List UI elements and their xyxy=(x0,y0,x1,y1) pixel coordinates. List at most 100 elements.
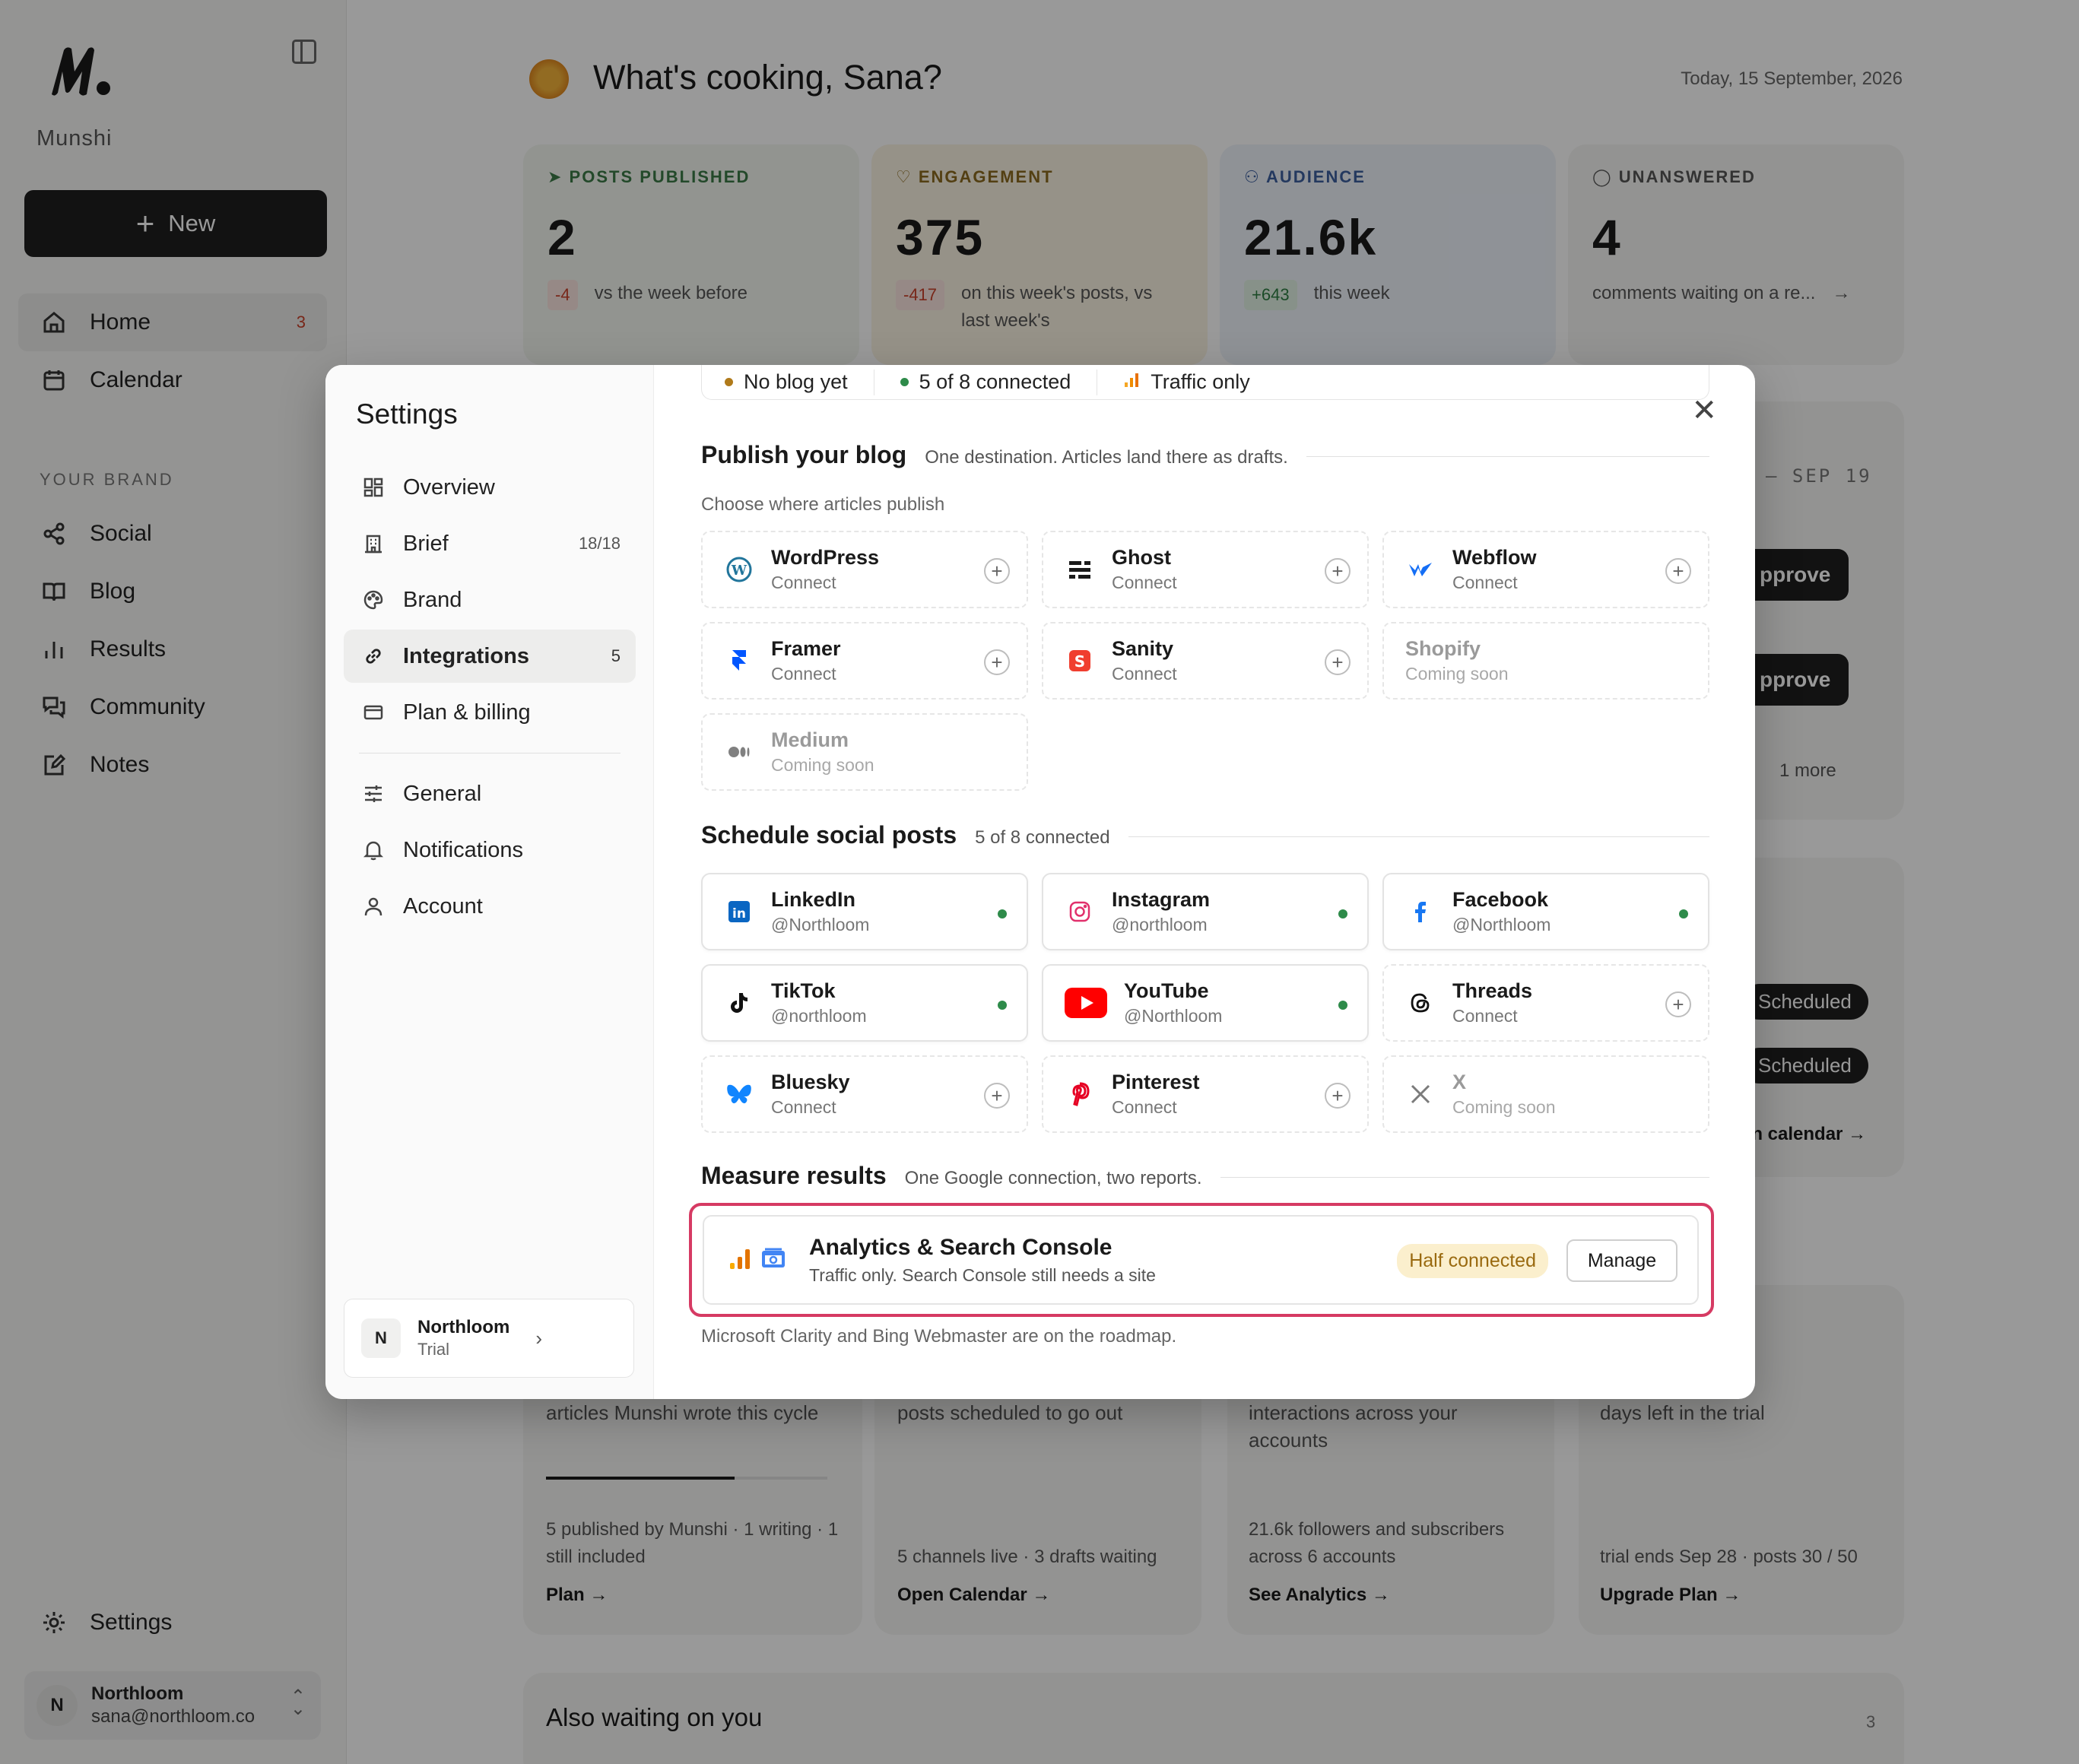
integration-name: Framer xyxy=(771,637,841,660)
settings-item-notifications[interactable]: Notifications xyxy=(344,823,636,877)
integration-status: Connect xyxy=(1112,573,1177,592)
settings-item-brief[interactable]: Brief 18/18 xyxy=(344,517,636,570)
linkedin-icon: in xyxy=(724,896,754,927)
integration-status: Connect xyxy=(771,664,836,684)
palette-icon xyxy=(362,589,385,611)
blog-destinations-grid: W WordPress Connect + Ghost Connect + Webf… xyxy=(701,531,1709,791)
divider xyxy=(1306,456,1709,457)
integration-status: Connect xyxy=(1452,573,1518,592)
sliders-icon xyxy=(362,782,385,805)
section-desc: One Google connection, two reports. xyxy=(904,1168,1202,1188)
integration-name: Pinterest xyxy=(1112,1071,1200,1093)
svg-text:W: W xyxy=(731,563,747,579)
connected-dot xyxy=(1338,1001,1347,1010)
building-icon xyxy=(362,532,385,555)
analytics-card-title: Analytics & Search Console xyxy=(809,1234,1113,1260)
settings-item-plan-billing[interactable]: Plan & billing xyxy=(344,686,636,739)
add-integration-button[interactable]: + xyxy=(984,1083,1010,1109)
webflow-icon xyxy=(1405,554,1436,585)
social-accounts-grid: in LinkedIn @Northloom Instagram @northloo… xyxy=(701,873,1709,1133)
analytics-card-sub: Traffic only. Search Console still needs… xyxy=(809,1264,1156,1285)
integration-name: X xyxy=(1452,1071,1467,1093)
integration-analytics-search-console[interactable]: Analytics & Search Console Traffic only.… xyxy=(703,1215,1699,1305)
facebook-icon xyxy=(1405,896,1436,927)
measure-section-header: Measure results One Google connection, t… xyxy=(701,1162,1709,1190)
integration-status: Connect xyxy=(1112,1097,1177,1117)
close-icon[interactable]: ✕ xyxy=(1691,395,1717,426)
connected-dot xyxy=(998,909,1007,918)
settings-item-label: Notifications xyxy=(403,837,523,862)
integration-status: Connect xyxy=(771,573,836,592)
integration-framer[interactable]: Framer Connect + xyxy=(701,622,1028,700)
integration-webflow[interactable]: Webflow Connect + xyxy=(1382,531,1709,608)
add-integration-button[interactable]: + xyxy=(1325,1083,1351,1109)
instagram-icon xyxy=(1065,896,1095,927)
integration-name: TikTok xyxy=(771,979,836,1002)
integration-ghost[interactable]: Ghost Connect + xyxy=(1042,531,1369,608)
divider xyxy=(1128,836,1709,837)
integration-threads[interactable]: Threads Connect + xyxy=(1382,964,1709,1042)
integration-medium: Medium Coming soon xyxy=(701,713,1028,791)
integration-handle: @northloom xyxy=(771,1006,867,1026)
integration-youtube[interactable]: YouTube @Northloom xyxy=(1042,964,1369,1042)
settings-item-general[interactable]: General xyxy=(344,767,636,820)
integration-facebook[interactable]: Facebook @Northloom xyxy=(1382,873,1709,950)
integration-name: Facebook xyxy=(1452,888,1549,911)
framer-icon xyxy=(724,646,754,676)
wordpress-icon: W xyxy=(724,554,754,585)
section-desc: 5 of 8 connected xyxy=(975,827,1110,848)
status-label: No blog yet xyxy=(744,370,848,393)
add-integration-button[interactable]: + xyxy=(1325,558,1351,584)
settings-title: Settings xyxy=(356,398,458,430)
settings-nav: Overview Brief 18/18 Brand Integrations … xyxy=(344,461,636,936)
section-title: Schedule social posts xyxy=(701,821,957,849)
integration-status-strip: No blog yet 5 of 8 connected Traffic onl… xyxy=(701,365,1709,400)
integration-status: Coming soon xyxy=(771,755,874,775)
settings-item-label: Overview xyxy=(403,474,495,500)
settings-item-integrations[interactable]: Integrations 5 xyxy=(344,630,636,683)
integration-sanity[interactable]: S Sanity Connect + xyxy=(1042,622,1369,700)
tiktok-icon xyxy=(724,988,754,1018)
settings-modal: Settings Overview Brief 18/18 Brand Inte… xyxy=(325,365,1755,1399)
svg-text:S: S xyxy=(1074,652,1085,671)
settings-item-account[interactable]: Account xyxy=(344,880,636,933)
blog-section-header: Publish your blog One destination. Artic… xyxy=(701,441,1709,469)
status-analytics: Traffic only xyxy=(1123,370,1276,395)
integration-status: Connect xyxy=(771,1097,836,1117)
add-integration-button[interactable]: + xyxy=(984,649,1010,675)
integration-wordpress[interactable]: W WordPress Connect + xyxy=(701,531,1028,608)
connected-dot xyxy=(998,1001,1007,1010)
choose-label: Choose where articles publish xyxy=(701,494,945,515)
integration-tiktok[interactable]: TikTok @northloom xyxy=(701,964,1028,1042)
integration-status: Coming soon xyxy=(1452,1097,1556,1117)
integration-name: LinkedIn xyxy=(771,888,856,911)
chevron-right-icon: › xyxy=(535,1327,542,1350)
integration-instagram[interactable]: Instagram @northloom xyxy=(1042,873,1369,950)
integration-shopify: Shopify Coming soon xyxy=(1382,622,1709,700)
settings-item-overview[interactable]: Overview xyxy=(344,461,636,514)
integration-name: Threads xyxy=(1452,979,1533,1002)
integration-name: Medium xyxy=(771,728,849,751)
add-integration-button[interactable]: + xyxy=(984,558,1010,584)
integration-status: Coming soon xyxy=(1405,664,1509,684)
add-integration-button[interactable]: + xyxy=(1665,558,1691,584)
settings-item-brand[interactable]: Brand xyxy=(344,573,636,627)
roadmap-note: Microsoft Clarity and Bing Webmaster are… xyxy=(701,1326,1177,1347)
integration-pinterest[interactable]: Pinterest Connect + xyxy=(1042,1055,1369,1133)
add-integration-button[interactable]: + xyxy=(1665,991,1691,1017)
settings-item-label: Brief xyxy=(403,531,449,556)
link-icon xyxy=(362,645,385,668)
section-title: Publish your blog xyxy=(701,441,907,468)
integration-bluesky[interactable]: Bluesky Connect + xyxy=(701,1055,1028,1133)
integration-linkedin[interactable]: in LinkedIn @Northloom xyxy=(701,873,1028,950)
google-analytics-icon xyxy=(728,1248,751,1274)
settings-sidebar: Settings Overview Brief 18/18 Brand Inte… xyxy=(325,365,654,1399)
integration-handle: @Northloom xyxy=(1124,1006,1223,1026)
status-dot xyxy=(900,378,909,386)
x-icon xyxy=(1405,1079,1436,1109)
manage-button[interactable]: Manage xyxy=(1566,1239,1677,1282)
workspace-plan: Trial xyxy=(417,1340,449,1359)
add-integration-button[interactable]: + xyxy=(1325,649,1351,675)
youtube-icon xyxy=(1065,988,1107,1018)
workspace-switcher[interactable]: N Northloom Trial › xyxy=(344,1299,634,1378)
